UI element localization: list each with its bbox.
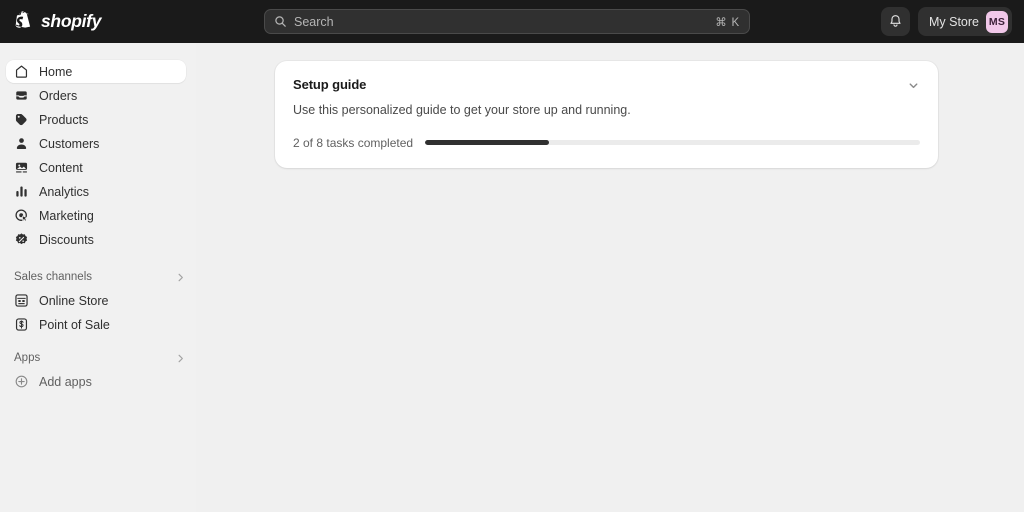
bell-icon [890, 15, 901, 27]
sidebar-item-products[interactable]: Products [6, 108, 186, 131]
shopify-brand[interactable]: shopify [0, 0, 246, 43]
progress-bar-fill [425, 140, 549, 146]
collapse-setup-guide-button[interactable] [902, 74, 924, 96]
search-icon [275, 16, 286, 27]
marketing-target-icon [15, 209, 28, 222]
orders-inbox-icon [16, 91, 27, 100]
sidebar-item-add-apps[interactable]: Add apps [6, 370, 186, 393]
sidebar-item-label: Products [39, 112, 89, 127]
sidebar-item-label: Discounts [39, 232, 94, 247]
customers-person-icon [16, 138, 27, 149]
sidebar-item-discounts[interactable]: Discounts [6, 228, 186, 251]
nav-gap [0, 252, 196, 266]
sidebar-item-label: Point of Sale [39, 317, 110, 332]
home-icon [15, 65, 28, 78]
sidebar-item-label: Add apps [39, 374, 92, 389]
search-input[interactable]: Search ⌘ K [264, 9, 750, 34]
sidebar-item-label: Analytics [39, 184, 90, 199]
sidebar-item-label: Home [39, 64, 73, 79]
online-store-icon [15, 294, 28, 307]
page-title: Setup guide [293, 77, 367, 92]
search-shortcut-hint: ⌘ K [715, 16, 740, 29]
sidebar-item-label: Customers [39, 136, 100, 151]
nav-gap [0, 337, 196, 347]
store-switcher-button[interactable]: My Store MS [917, 7, 1012, 36]
brand-name: shopify [41, 11, 102, 31]
chevron-right-icon [178, 273, 183, 281]
point-of-sale-icon [15, 318, 28, 331]
sidebar-item-marketing[interactable]: Marketing [6, 204, 186, 227]
sidebar-item-home[interactable]: Home [6, 60, 186, 83]
top-bar-actions: My Store MS [880, 7, 1012, 36]
global-search[interactable]: Search ⌘ K [264, 9, 750, 34]
notifications-button[interactable] [880, 7, 910, 36]
products-tag-icon [15, 113, 27, 126]
store-name: My Store [928, 14, 979, 29]
setup-guide-description: Use this personalized guide to get your … [293, 103, 631, 117]
search-placeholder: Search [294, 14, 334, 29]
sidebar-section-sales-channels[interactable]: Sales channels [14, 266, 186, 288]
sidebar-item-online-store[interactable]: Online Store [6, 289, 186, 312]
top-bar: shopify Search ⌘ K My Store MS [0, 0, 1024, 43]
plus-circle-icon [15, 375, 28, 388]
content-media-icon [15, 162, 28, 173]
sidebar-item-label: Online Store [39, 293, 109, 308]
chevron-down-icon [909, 82, 917, 88]
sidebar-item-customers[interactable]: Customers [6, 132, 186, 155]
sidebar-item-content[interactable]: Content [6, 156, 186, 179]
sidebar-item-point-of-sale[interactable]: Point of Sale [6, 313, 186, 336]
sidebar-item-orders[interactable]: Orders [6, 84, 186, 107]
sidebar-section-apps[interactable]: Apps [14, 347, 186, 369]
sidebar-item-label: Orders [39, 88, 78, 103]
setup-guide-progress: 2 of 8 tasks completed [293, 136, 920, 150]
sidebar-item-label: Content [39, 160, 83, 175]
setup-guide-card: Setup guide Use this personalized guide … [275, 61, 938, 168]
sidebar: Home Orders Products Customers Content A… [0, 43, 196, 512]
progress-bar-track [425, 140, 920, 146]
progress-label: 2 of 8 tasks completed [293, 135, 414, 150]
chevron-right-icon [178, 354, 183, 362]
sidebar-item-analytics[interactable]: Analytics [6, 180, 186, 203]
analytics-bars-icon [16, 186, 27, 197]
shopify-bag-icon [15, 10, 31, 28]
setup-guide-header: Setup guide [293, 77, 920, 96]
discounts-percent-icon [15, 233, 28, 245]
main-content: Setup guide Use this personalized guide … [196, 43, 1024, 512]
apps-title: Apps [14, 352, 41, 364]
shopify-admin-app: shopify Search ⌘ K My Store MS Home Orde… [0, 0, 1024, 512]
sidebar-item-label: Marketing [39, 208, 94, 223]
sales-channels-title: Sales channels [14, 271, 92, 283]
avatar: MS [986, 10, 1008, 33]
